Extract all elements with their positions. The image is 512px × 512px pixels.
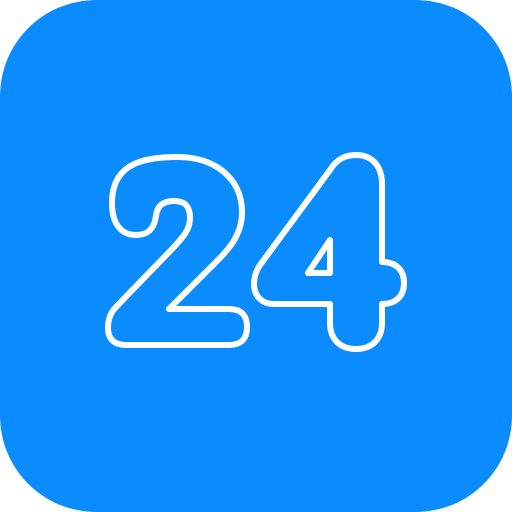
tile-background bbox=[0, 0, 512, 512]
number-24-tile: 24 bbox=[0, 0, 512, 512]
number-24-icon bbox=[0, 0, 512, 512]
